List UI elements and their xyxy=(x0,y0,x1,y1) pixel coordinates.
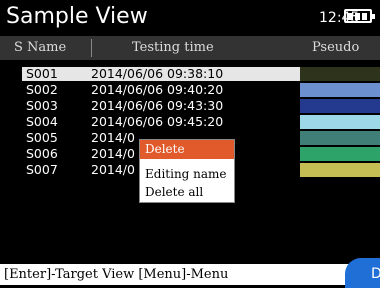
pseudo-color-swatch xyxy=(300,131,380,145)
table-row[interactable]: S003 2014/06/06 09:43:30 xyxy=(0,99,380,113)
pseudo-color-swatch xyxy=(300,163,380,177)
sample-time: 2014/0 xyxy=(91,146,135,161)
pseudo-color-swatch xyxy=(300,147,380,161)
sample-name: S007 xyxy=(26,162,58,177)
sample-name: S004 xyxy=(26,114,58,129)
table-header: S Name Testing time Pseudo xyxy=(0,36,380,60)
table-row[interactable]: S001 2014/06/06 09:38:10 xyxy=(0,67,380,81)
footer-bar: [Enter]-Target View [Menu]-Menu xyxy=(0,264,380,285)
sample-time: 2014/06/06 09:43:30 xyxy=(91,98,224,113)
table-row[interactable]: S002 2014/06/06 09:40:20 xyxy=(0,83,380,97)
key-hint: [Enter]-Target View [Menu]-Menu xyxy=(4,267,229,282)
context-menu: Delete Editing name Delete all xyxy=(139,139,235,203)
column-header-name: S Name xyxy=(14,40,67,55)
menu-item-label: Editing name xyxy=(145,167,227,181)
sample-name: S002 xyxy=(26,82,58,97)
sample-time: 2014/06/06 09:45:20 xyxy=(91,114,224,129)
battery-icon xyxy=(344,9,375,23)
sample-time: 2014/06/06 09:40:20 xyxy=(91,82,224,97)
sample-name: S001 xyxy=(26,66,58,81)
sample-name: S003 xyxy=(26,98,58,113)
menu-item-delete-all[interactable]: Delete all xyxy=(140,185,234,201)
corner-button[interactable]: D xyxy=(345,258,380,288)
pseudo-color-swatch xyxy=(300,99,380,113)
page-title: Sample View xyxy=(6,4,148,29)
column-header-time: Testing time xyxy=(132,40,214,55)
menu-item-label: Delete all xyxy=(145,185,204,199)
menu-item-delete[interactable]: Delete xyxy=(140,140,234,159)
table-row[interactable]: S004 2014/06/06 09:45:20 xyxy=(0,115,380,129)
menu-item-editing-name[interactable]: Editing name xyxy=(140,167,234,183)
sample-name: S005 xyxy=(26,130,58,145)
sample-time: 2014/0 xyxy=(91,162,135,177)
column-divider xyxy=(91,39,92,57)
menu-item-label: Delete xyxy=(145,142,185,156)
pseudo-color-swatch xyxy=(300,115,380,129)
sample-time: 2014/06/06 09:38:10 xyxy=(91,66,224,81)
column-header-pseudo: Pseudo xyxy=(312,40,360,55)
pseudo-color-swatch xyxy=(300,67,380,81)
corner-label: D xyxy=(371,266,380,282)
sample-time: 2014/0 xyxy=(91,130,135,145)
pseudo-color-swatch xyxy=(300,83,380,97)
title-bar: Sample View 12:45 xyxy=(0,0,380,36)
sample-name: S006 xyxy=(26,146,58,161)
